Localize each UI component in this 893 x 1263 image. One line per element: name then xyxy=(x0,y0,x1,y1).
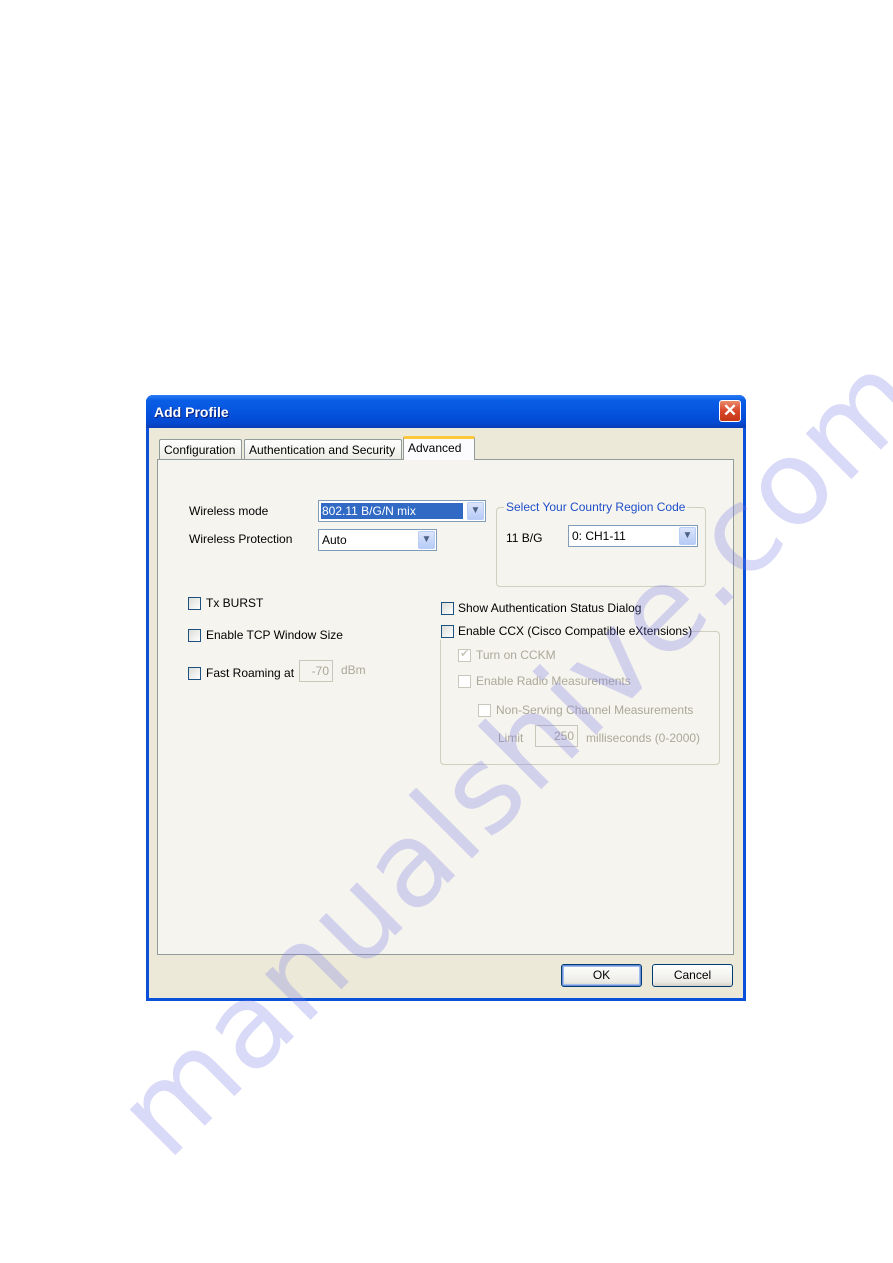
show-auth-status-label: Show Authentication Status Dialog xyxy=(458,601,642,615)
tx-burst-checkbox[interactable] xyxy=(188,597,201,610)
tab-advanced[interactable]: Advanced xyxy=(403,436,475,460)
fast-roaming-value: -70 xyxy=(311,664,329,678)
cancel-button[interactable]: Cancel xyxy=(652,964,733,987)
checkmark-icon: ✔ xyxy=(460,648,470,660)
country-region-value: 0: CH1-11 xyxy=(572,529,626,543)
country-region-group: Select Your Country Region Code 11 B/G 0… xyxy=(496,500,706,587)
wireless-protection-select[interactable]: Auto ▼ xyxy=(318,529,437,551)
dbm-unit-label: dBm xyxy=(341,663,366,677)
dialog-client-area: Configuration Authentication and Securit… xyxy=(149,428,743,998)
chevron-down-icon[interactable]: ▼ xyxy=(467,502,484,520)
country-region-select[interactable]: 0: CH1-11 ▼ xyxy=(568,525,698,547)
tcp-window-checkbox[interactable] xyxy=(188,629,201,642)
wireless-mode-value: 802.11 B/G/N mix xyxy=(321,503,463,519)
tab-label: Configuration xyxy=(164,443,236,457)
close-icon[interactable]: ✕ xyxy=(719,400,741,422)
wireless-protection-label: Wireless Protection xyxy=(189,532,293,546)
add-profile-dialog: Add Profile ✕ Configuration Authenticati… xyxy=(146,395,746,1001)
limit-input[interactable]: 250 xyxy=(535,725,578,747)
wireless-protection-value: Auto xyxy=(322,533,347,547)
tab-authentication-security[interactable]: Authentication and Security xyxy=(244,439,402,459)
non-serving-label: Non-Serving Channel Measurements xyxy=(496,703,694,717)
tab-label: Advanced xyxy=(408,441,462,455)
fast-roaming-label: Fast Roaming at xyxy=(206,666,295,680)
ccx-label: Enable CCX (Cisco Compatible eXtensions) xyxy=(458,624,693,638)
cckm-checkbox[interactable]: ✔ xyxy=(458,648,471,662)
non-serving-checkbox[interactable] xyxy=(478,704,491,717)
band-label: 11 B/G xyxy=(506,531,543,545)
ccx-checkbox[interactable] xyxy=(441,625,454,638)
chevron-down-icon[interactable]: ▼ xyxy=(418,531,435,549)
country-region-legend: Select Your Country Region Code xyxy=(504,500,688,514)
fast-roaming-checkbox[interactable] xyxy=(188,667,201,680)
show-auth-status-checkbox[interactable] xyxy=(441,602,454,615)
ok-button[interactable]: OK xyxy=(561,964,642,987)
title-bar[interactable]: Add Profile ✕ xyxy=(146,395,746,428)
limit-unit-label: milliseconds (0-2000) xyxy=(586,731,701,745)
advanced-panel: Wireless mode 802.11 B/G/N mix ▼ Wireles… xyxy=(157,459,734,955)
tab-configuration[interactable]: Configuration xyxy=(159,439,242,459)
wireless-mode-label: Wireless mode xyxy=(189,504,269,518)
dialog-title: Add Profile xyxy=(154,404,229,420)
fast-roaming-threshold-input[interactable]: -70 xyxy=(299,660,333,682)
limit-value: 250 xyxy=(553,729,574,743)
tcp-window-label: Enable TCP Window Size xyxy=(206,628,343,642)
tab-label: Authentication and Security xyxy=(249,443,396,457)
cckm-label: Turn on CCKM xyxy=(476,648,556,662)
radio-measurements-label: Enable Radio Measurements xyxy=(476,674,631,688)
limit-label: Limit xyxy=(498,731,524,745)
tx-burst-label: Tx BURST xyxy=(206,596,264,610)
chevron-down-icon[interactable]: ▼ xyxy=(679,527,696,545)
wireless-mode-select[interactable]: 802.11 B/G/N mix ▼ xyxy=(318,500,486,522)
radio-measurements-checkbox[interactable] xyxy=(458,675,471,688)
